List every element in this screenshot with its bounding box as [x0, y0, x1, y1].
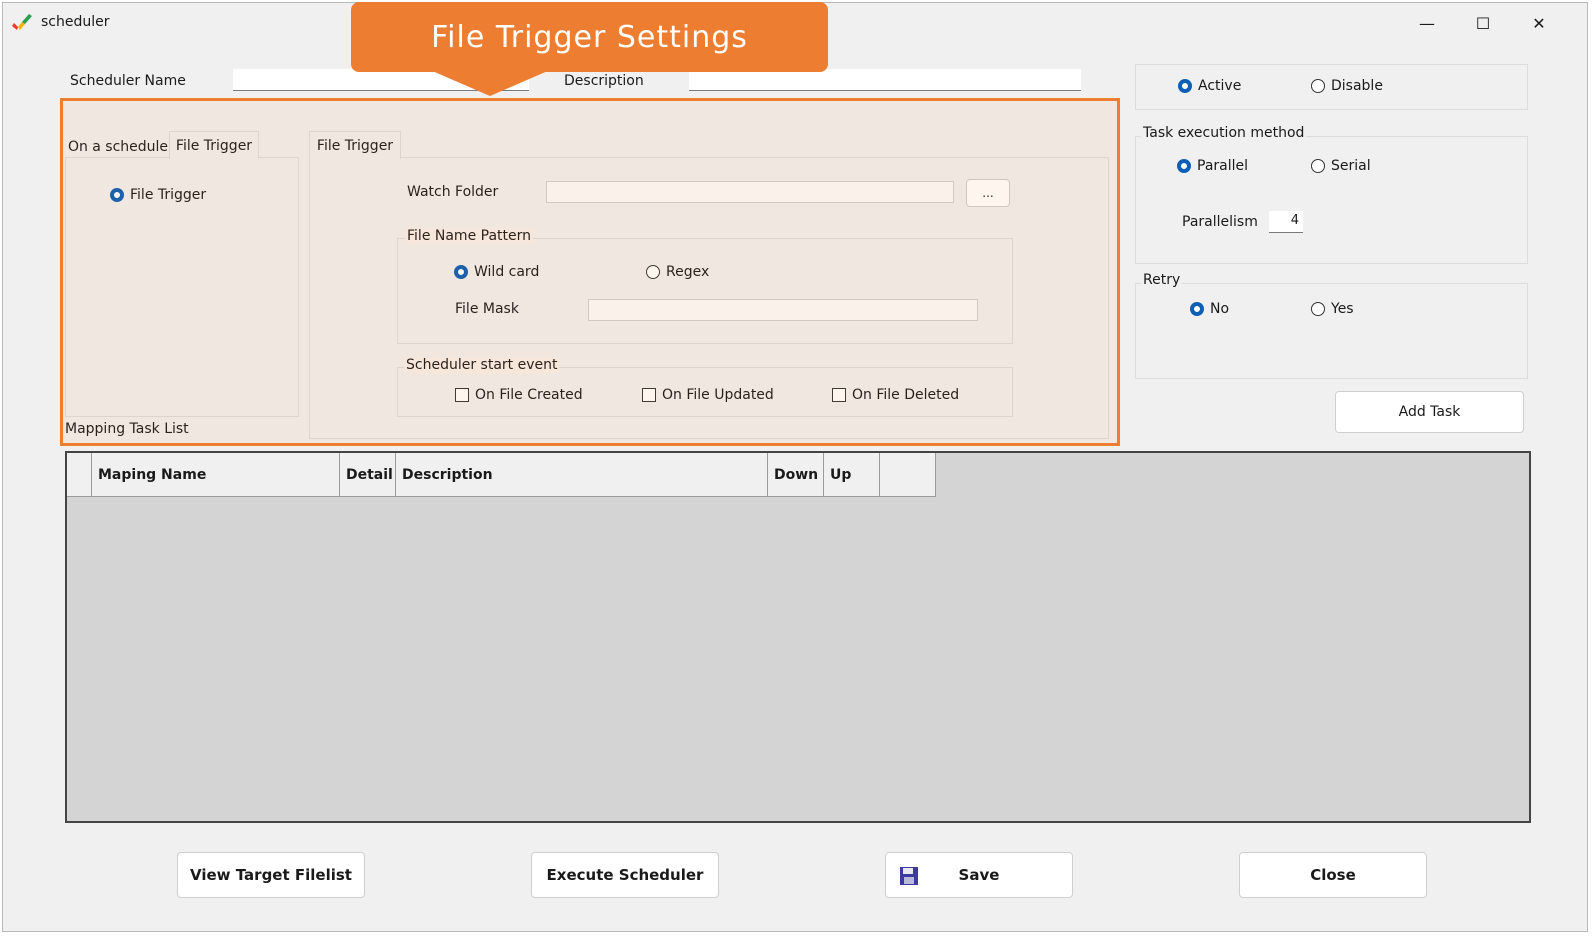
tab-file-trigger[interactable]: File Trigger	[169, 131, 259, 159]
file-trigger-settings-callout: File Trigger Settings	[351, 2, 828, 72]
column-down[interactable]: Down	[768, 453, 824, 497]
parallel-radio[interactable]: Parallel	[1177, 158, 1248, 174]
browse-folder-button[interactable]: ...	[966, 179, 1010, 207]
column-extra[interactable]	[880, 453, 936, 497]
radio-selected-icon	[1178, 79, 1192, 93]
close-window-button[interactable]: ✕	[1519, 9, 1559, 37]
watch-folder-label: Watch Folder	[407, 184, 499, 200]
mapping-task-list-label: Mapping Task List	[65, 421, 189, 437]
column-description[interactable]: Description	[396, 453, 768, 497]
parallelism-input[interactable]: 4	[1269, 211, 1303, 233]
radio-unselected-icon	[1311, 159, 1325, 173]
scheduler-window: scheduler — ☐ ✕ Scheduler Name Descripti…	[2, 2, 1588, 932]
serial-radio[interactable]: Serial	[1311, 158, 1371, 174]
start-event-label: Scheduler start event	[404, 357, 560, 373]
file-mask-label: File Mask	[455, 301, 519, 317]
scheduler-name-label: Scheduler Name	[70, 73, 186, 89]
checkbox-unchecked-icon	[455, 388, 469, 402]
save-icon	[900, 867, 918, 885]
column-maping-name[interactable]: Maping Name	[92, 453, 340, 497]
minimize-icon: —	[1419, 13, 1435, 33]
app-logo-icon	[12, 14, 32, 30]
view-target-filelist-button[interactable]: View Target Filelist	[177, 852, 365, 898]
radio-selected-icon	[1190, 302, 1204, 316]
column-up[interactable]: Up	[824, 453, 880, 497]
on-file-deleted-checkbox[interactable]: On File Deleted	[832, 387, 959, 403]
radio-selected-icon	[1177, 159, 1191, 173]
on-file-updated-checkbox[interactable]: On File Updated	[642, 387, 774, 403]
file-trigger-radio[interactable]: File Trigger	[110, 187, 206, 203]
maximize-button[interactable]: ☐	[1463, 9, 1503, 37]
grid-row-header-corner	[67, 453, 92, 497]
active-radio[interactable]: Active	[1178, 78, 1241, 94]
maximize-icon: ☐	[1475, 13, 1491, 33]
save-button-label: Save	[958, 866, 1000, 884]
close-icon: ✕	[1532, 13, 1546, 33]
mapping-task-grid[interactable]: Maping Name Detail Description Down Up	[65, 451, 1531, 823]
description-label: Description	[564, 73, 644, 89]
callout-pointer	[430, 70, 550, 96]
retry-label: Retry	[1141, 272, 1183, 288]
tab-file-trigger-settings[interactable]: File Trigger	[309, 131, 401, 159]
watch-folder-input[interactable]	[546, 181, 954, 203]
wild-card-radio[interactable]: Wild card	[454, 264, 539, 280]
radio-unselected-icon	[1311, 302, 1325, 316]
add-task-button[interactable]: Add Task	[1335, 391, 1524, 433]
grid-header: Maping Name Detail Description Down Up	[67, 453, 936, 497]
file-name-pattern-group	[397, 238, 1013, 344]
retry-group	[1135, 283, 1528, 379]
task-execution-label: Task execution method	[1141, 125, 1307, 141]
column-detail[interactable]: Detail	[340, 453, 396, 497]
file-name-pattern-label: File Name Pattern	[405, 228, 533, 244]
checkbox-unchecked-icon	[642, 388, 656, 402]
save-button[interactable]: Save	[885, 852, 1073, 898]
task-execution-group	[1135, 136, 1528, 264]
execute-scheduler-button[interactable]: Execute Scheduler	[531, 852, 719, 898]
regex-radio[interactable]: Regex	[646, 264, 709, 280]
on-file-created-checkbox[interactable]: On File Created	[455, 387, 583, 403]
radio-unselected-icon	[646, 265, 660, 279]
minimize-button[interactable]: —	[1407, 9, 1447, 37]
retry-yes-radio[interactable]: Yes	[1311, 301, 1354, 317]
disable-radio[interactable]: Disable	[1311, 78, 1383, 94]
checkbox-unchecked-icon	[832, 388, 846, 402]
radio-unselected-icon	[1311, 79, 1325, 93]
window-title: scheduler	[41, 14, 110, 30]
file-mask-input[interactable]	[588, 299, 978, 321]
tab-on-a-schedule[interactable]: On a schedule	[67, 134, 169, 160]
radio-selected-icon	[454, 265, 468, 279]
radio-selected-icon	[110, 188, 124, 202]
description-input[interactable]	[689, 69, 1081, 91]
retry-no-radio[interactable]: No	[1190, 301, 1229, 317]
parallelism-label: Parallelism	[1182, 214, 1258, 230]
close-button[interactable]: Close	[1239, 852, 1427, 898]
